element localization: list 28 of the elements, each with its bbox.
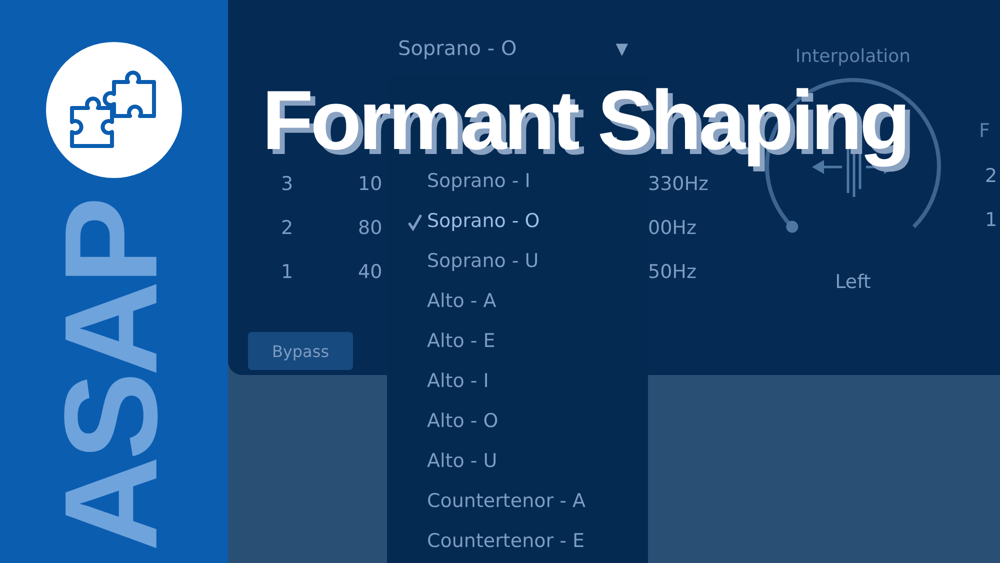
table-cell-text: 40 [358, 260, 382, 285]
table-cell-text: 1 [984, 208, 998, 233]
bypass-button[interactable]: Bypass [248, 332, 353, 370]
checkmark-icon [407, 213, 423, 231]
menu-item[interactable]: Countertenor - A [387, 481, 648, 521]
column-header: F [979, 120, 990, 144]
brand-wordmark: ASAP [45, 200, 177, 551]
menu-item[interactable]: Alto - E [387, 321, 648, 361]
table-cell-text: 10 [358, 172, 382, 197]
table-cell-text: 80 [358, 216, 382, 241]
menu-item[interactable]: Countertenor - E [387, 521, 648, 561]
table-cell-text: 2 [984, 164, 998, 189]
dropdown-value[interactable]: Soprano - O [398, 36, 517, 60]
table-cell-text: 1 [280, 260, 294, 285]
menu-item[interactable]: Alto - A [387, 281, 648, 321]
menu-item[interactable]: Soprano - U [387, 241, 648, 281]
table-cell-text: 00Hz [648, 216, 696, 241]
menu-item[interactable]: Alto - O [387, 401, 648, 441]
table-cell-text: 3 [280, 172, 294, 197]
knob-reading: Left [835, 271, 871, 293]
knob-label: Interpolation [795, 46, 911, 67]
menu-item[interactable]: Alto - U [387, 441, 648, 481]
menu-item[interactable]: Alto - I [387, 361, 648, 401]
table-cell-text: 2 [280, 216, 294, 241]
table-cell-text: 330Hz [648, 172, 709, 197]
table-cell-text: 50Hz [648, 260, 696, 285]
menu-item[interactable]: Soprano - O [387, 201, 648, 241]
dropdown-caret[interactable]: ▼ [616, 38, 628, 58]
